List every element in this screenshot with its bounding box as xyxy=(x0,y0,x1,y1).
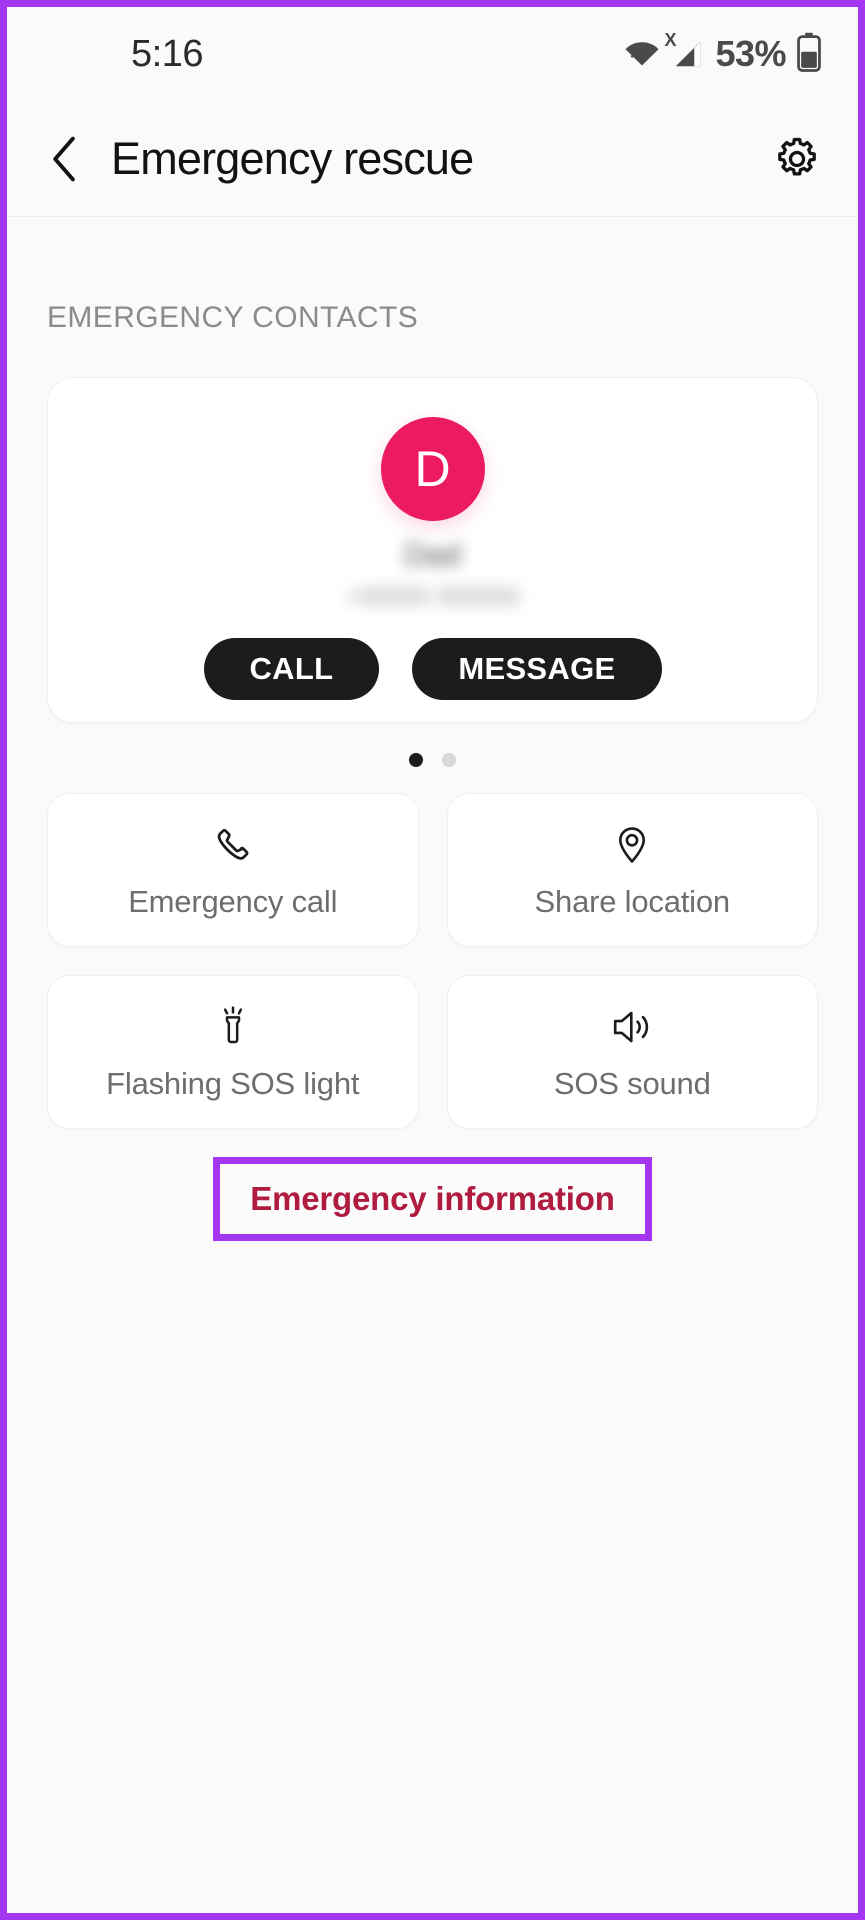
phone-screenshot: 5:16 X 53% Emergency rescue EMERGENCY CO… xyxy=(0,0,865,1920)
page-content: EMERGENCY CONTACTS D Dad +00000 000000 C… xyxy=(7,217,858,1913)
battery-icon xyxy=(796,32,822,77)
page-dot-inactive[interactable] xyxy=(442,753,456,767)
call-button[interactable]: CALL xyxy=(203,638,380,700)
back-chevron-icon xyxy=(53,136,75,181)
location-pin-icon xyxy=(611,820,653,870)
flashlight-icon xyxy=(213,1002,253,1052)
emergency-information-link[interactable]: Emergency information xyxy=(250,1180,615,1217)
contact-actions: CALL MESSAGE xyxy=(203,638,662,700)
back-button[interactable] xyxy=(41,129,87,189)
tile-flashing-sos-light[interactable]: Flashing SOS light xyxy=(47,975,419,1129)
tile-label: SOS sound xyxy=(553,1066,711,1101)
tile-emergency-call[interactable]: Emergency call xyxy=(47,793,419,947)
phone-icon xyxy=(211,820,255,870)
avatar: D xyxy=(380,417,485,521)
status-bar-indicators: X 53% xyxy=(623,31,822,77)
wifi-icon xyxy=(623,37,661,72)
battery-percent-label: 53% xyxy=(715,33,786,74)
tile-label: Emergency call xyxy=(128,884,338,919)
signal-x-badge: X xyxy=(664,30,677,50)
app-bar: Emergency rescue xyxy=(7,101,858,217)
settings-button[interactable] xyxy=(766,128,828,190)
tile-share-location[interactable]: Share location xyxy=(446,793,818,947)
message-button[interactable]: MESSAGE xyxy=(412,638,662,700)
tile-label: Share location xyxy=(534,884,731,919)
page-title: Emergency rescue xyxy=(111,132,474,184)
cellular-signal-no-sim-icon: X xyxy=(664,31,705,69)
avatar-initial: D xyxy=(414,441,451,497)
tile-sos-sound[interactable]: SOS sound xyxy=(446,975,818,1129)
contact-name: Dad xyxy=(404,537,461,572)
section-label-emergency-contacts: EMERGENCY CONTACTS xyxy=(47,301,419,334)
contact-phone-number: +00000 000000 xyxy=(345,583,520,611)
quick-action-grid: Emergency call Share location Flashing S… xyxy=(47,793,818,1129)
status-bar-clock: 5:16 xyxy=(131,32,203,75)
carousel-page-indicator[interactable] xyxy=(47,723,818,793)
tile-label: Flashing SOS light xyxy=(106,1066,360,1101)
gear-icon xyxy=(778,137,816,176)
speaker-volume-icon xyxy=(609,1002,655,1052)
emergency-contact-card[interactable]: D Dad +00000 000000 CALL MESSAGE xyxy=(47,377,818,723)
page-dot-active[interactable] xyxy=(409,753,423,767)
status-bar: 5:16 X 53% xyxy=(7,7,858,101)
annotation-highlight-box: Emergency information xyxy=(213,1157,652,1241)
emergency-information-wrapper: Emergency information xyxy=(47,1157,818,1241)
